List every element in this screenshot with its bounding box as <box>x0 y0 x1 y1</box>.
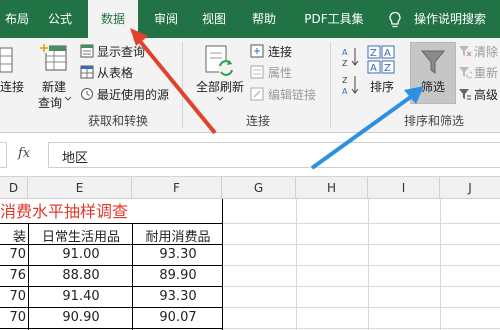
advanced-filter-icon <box>459 89 471 100</box>
clear-filter-button[interactable]: 清除 <box>474 43 498 60</box>
sort-descending-icon[interactable]: Z A <box>342 74 360 96</box>
tab-review[interactable]: 审阅 <box>146 0 186 38</box>
get-data-partial-label[interactable]: 连接 <box>0 78 24 95</box>
database-icon <box>0 47 13 73</box>
table-cell[interactable]: 93.30 <box>134 289 222 304</box>
properties-icon <box>250 65 264 79</box>
name-box[interactable] <box>0 142 7 168</box>
table-cell[interactable]: 76 <box>0 268 26 283</box>
edit-links-button[interactable]: 编辑链接 <box>268 86 316 103</box>
table-border <box>0 307 222 308</box>
lightbulb-icon[interactable] <box>387 11 403 29</box>
from-table-button[interactable]: 从表格 <box>97 64 133 81</box>
show-queries-icon <box>80 44 94 58</box>
header-cell-f[interactable]: 耐用消费品 <box>134 226 222 245</box>
svg-text:Z: Z <box>342 76 348 85</box>
column-header-d[interactable]: D <box>0 177 28 199</box>
table-cell[interactable]: 91.40 <box>30 289 132 304</box>
chevron-down-icon <box>216 96 224 101</box>
edit-links-icon <box>250 87 264 101</box>
table-cell[interactable]: 93.30 <box>134 247 222 262</box>
new-query-line2[interactable]: 查询 <box>38 94 62 111</box>
ribbon-panel: 连接 新建 查询 显示查询 从表格 最近使用的源 获取和转换 全部刷新 连接 属… <box>0 38 500 133</box>
table-border <box>0 286 222 287</box>
column-header-i[interactable]: I <box>368 177 440 199</box>
svg-text:A: A <box>342 87 348 96</box>
svg-text:A: A <box>384 48 391 59</box>
filter-funnel-icon <box>420 50 446 74</box>
clock-icon <box>81 88 93 100</box>
table-cell[interactable]: 91.00 <box>30 247 132 262</box>
table-icon <box>80 65 94 79</box>
tell-me-search[interactable]: 操作说明搜索 <box>414 0 500 38</box>
column-header-g[interactable]: G <box>222 177 296 199</box>
connections-button[interactable]: 连接 <box>268 43 292 60</box>
new-query-icon[interactable] <box>40 44 70 78</box>
new-query-line1[interactable]: 新建 <box>42 78 66 95</box>
tab-formulas[interactable]: 公式 <box>40 0 80 38</box>
table-border <box>222 199 223 330</box>
clear-filter-icon <box>459 46 472 57</box>
table-cell[interactable]: 70 <box>0 289 26 304</box>
sort-ascending-icon[interactable]: A Z <box>342 46 360 68</box>
column-header-f[interactable]: F <box>132 177 222 199</box>
advanced-filter-button[interactable]: 高级 <box>474 86 498 103</box>
column-header-e[interactable]: E <box>28 177 132 199</box>
group-label-get-transform: 获取和转换 <box>87 114 148 128</box>
group-separator <box>182 42 183 128</box>
tab-view[interactable]: 视图 <box>194 0 234 38</box>
table-cell[interactable]: 70 <box>0 310 26 325</box>
header-cell-d[interactable]: 装 <box>0 226 28 245</box>
sort-dialog-icon[interactable]: Z A A Z <box>366 44 396 76</box>
chevron-down-icon <box>64 96 72 101</box>
table-cell[interactable]: 88.80 <box>30 268 132 283</box>
group-label-connections: 连接 <box>245 114 270 128</box>
show-queries-button[interactable]: 显示查询 <box>97 43 145 60</box>
reapply-icon <box>459 67 472 79</box>
refresh-all-icon[interactable] <box>204 44 236 78</box>
formula-value: 地区 <box>62 151 89 166</box>
tab-pdf-tools[interactable]: PDF工具集 <box>296 0 372 38</box>
column-header-h[interactable]: H <box>296 177 368 199</box>
properties-button[interactable]: 属性 <box>268 64 292 81</box>
column-header-j[interactable]: J <box>440 177 500 199</box>
tab-data[interactable]: 数据 <box>88 0 138 40</box>
sort-button[interactable]: 排序 <box>370 78 394 95</box>
svg-text:Z: Z <box>370 48 377 59</box>
formula-input[interactable] <box>48 142 500 168</box>
table-border <box>0 265 222 266</box>
refresh-all-button[interactable]: 全部刷新 <box>196 78 244 95</box>
table-border <box>28 223 29 330</box>
group-label-sort-filter: 排序和筛选 <box>403 114 464 128</box>
group-separator <box>330 42 331 128</box>
connections-icon <box>250 44 264 58</box>
table-border <box>0 223 222 224</box>
svg-text:Z: Z <box>342 59 348 68</box>
tab-help[interactable]: 帮助 <box>244 0 284 38</box>
sheet-title-cell[interactable]: 消费水平抽样调查 <box>0 201 222 223</box>
table-border <box>132 223 133 330</box>
header-cell-e[interactable]: 日常生活用品 <box>30 226 132 245</box>
formula-bar: fx 地区 <box>0 133 500 177</box>
ribbon-tab-bar: 布局 公式 数据 审阅 视图 帮助 PDF工具集 操作说明搜索 <box>0 0 500 40</box>
insert-function-button[interactable]: fx <box>18 146 30 161</box>
table-cell[interactable]: 70 <box>0 247 26 262</box>
table-cell[interactable]: 89.90 <box>134 268 222 283</box>
filter-label[interactable]: 筛选 <box>421 78 445 95</box>
svg-text:A: A <box>342 48 348 57</box>
svg-text:A: A <box>370 63 377 74</box>
tab-layout[interactable]: 布局 <box>0 0 34 38</box>
recent-sources-button[interactable]: 最近使用的源 <box>97 86 169 103</box>
table-border <box>0 328 222 329</box>
svg-text:Z: Z <box>384 63 391 74</box>
reapply-button[interactable]: 重新 <box>474 64 498 81</box>
table-cell[interactable]: 90.90 <box>30 310 132 325</box>
table-cell[interactable]: 90.07 <box>134 310 222 325</box>
